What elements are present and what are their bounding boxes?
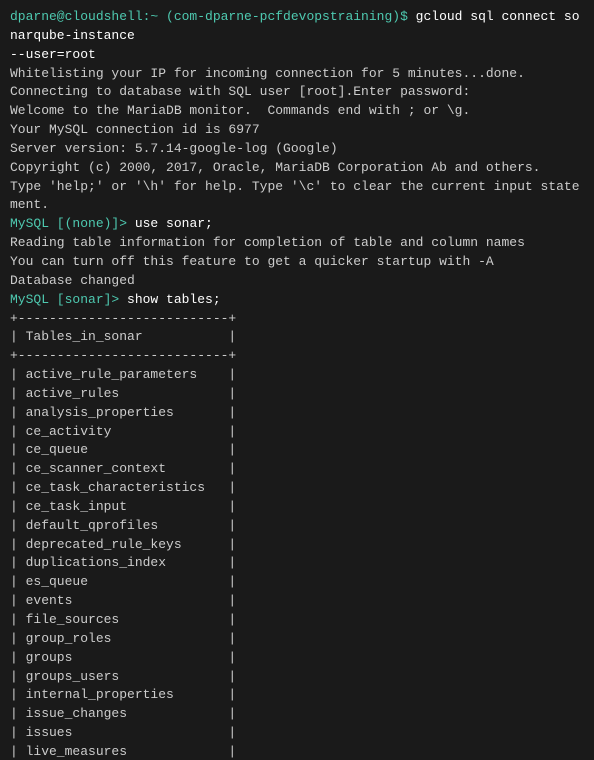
terminal-window[interactable]: dparne@cloudshell:~ (com-dparne-pcfdevop… bbox=[0, 0, 594, 760]
terminal-line: | file_sources | bbox=[10, 611, 584, 630]
terminal-line: MySQL [sonar]> show tables; bbox=[10, 291, 584, 310]
terminal-line: MySQL [(none)]> use sonar; bbox=[10, 215, 584, 234]
terminal-line: | group_roles | bbox=[10, 630, 584, 649]
terminal-line: | ce_scanner_context | bbox=[10, 460, 584, 479]
terminal-line: | active_rules | bbox=[10, 385, 584, 404]
terminal-line: Server version: 5.7.14-google-log (Googl… bbox=[10, 140, 584, 159]
terminal-line: | Tables_in_sonar | bbox=[10, 328, 584, 347]
terminal-line: Reading table information for completion… bbox=[10, 234, 584, 253]
terminal-line: | ce_task_input | bbox=[10, 498, 584, 517]
terminal-line: | analysis_properties | bbox=[10, 404, 584, 423]
terminal-line: dparne@cloudshell:~ (com-dparne-pcfdevop… bbox=[10, 8, 584, 65]
terminal-line: Database changed bbox=[10, 272, 584, 291]
terminal-line: | live_measures | bbox=[10, 743, 584, 760]
terminal-line: | ce_queue | bbox=[10, 441, 584, 460]
terminal-line: | events | bbox=[10, 592, 584, 611]
terminal-line: | duplications_index | bbox=[10, 554, 584, 573]
terminal-line: | es_queue | bbox=[10, 573, 584, 592]
terminal-line: Connecting to database with SQL user [ro… bbox=[10, 83, 584, 102]
terminal-content: dparne@cloudshell:~ (com-dparne-pcfdevop… bbox=[10, 8, 584, 760]
terminal-line: Whitelisting your IP for incoming connec… bbox=[10, 65, 584, 84]
terminal-line: | groups | bbox=[10, 649, 584, 668]
terminal-line: +---------------------------+ bbox=[10, 347, 584, 366]
terminal-line: | groups_users | bbox=[10, 668, 584, 687]
terminal-line: +---------------------------+ bbox=[10, 310, 584, 329]
terminal-line: | active_rule_parameters | bbox=[10, 366, 584, 385]
terminal-line: | issues | bbox=[10, 724, 584, 743]
terminal-line: Type 'help;' or '\h' for help. Type '\c'… bbox=[10, 178, 584, 216]
terminal-line: Your MySQL connection id is 6977 bbox=[10, 121, 584, 140]
terminal-line: | issue_changes | bbox=[10, 705, 584, 724]
terminal-line: You can turn off this feature to get a q… bbox=[10, 253, 584, 272]
terminal-line: | ce_task_characteristics | bbox=[10, 479, 584, 498]
terminal-line: Welcome to the MariaDB monitor. Commands… bbox=[10, 102, 584, 121]
terminal-line: | ce_activity | bbox=[10, 423, 584, 442]
terminal-line: | default_qprofiles | bbox=[10, 517, 584, 536]
terminal-line: Copyright (c) 2000, 2017, Oracle, MariaD… bbox=[10, 159, 584, 178]
terminal-line: | deprecated_rule_keys | bbox=[10, 536, 584, 555]
terminal-line: | internal_properties | bbox=[10, 686, 584, 705]
